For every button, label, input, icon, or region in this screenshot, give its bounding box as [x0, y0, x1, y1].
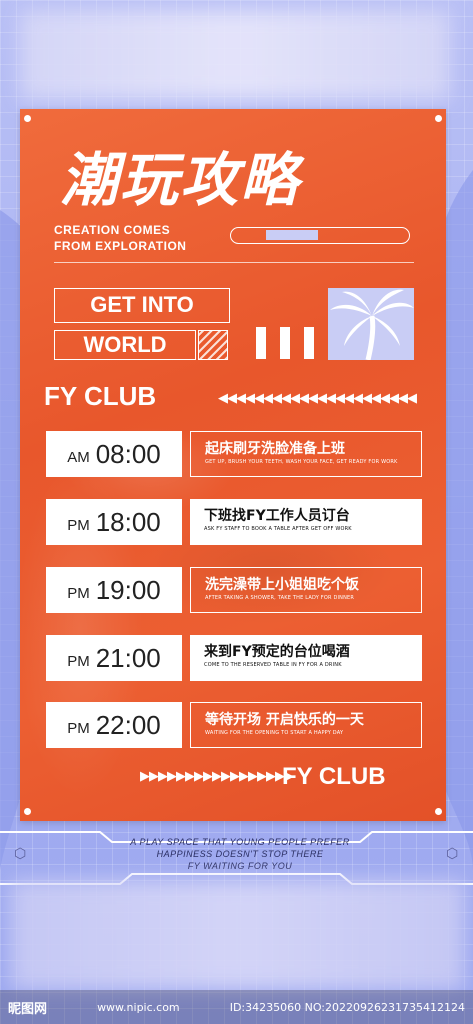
- activity-subtitle: GET UP, BRUSH YOUR TEETH, WASH YOUR FACE…: [205, 459, 398, 465]
- time-box: PM 18:00: [46, 499, 182, 545]
- hex-icon: ⬡: [14, 846, 27, 862]
- palm-tree-icon: [328, 288, 414, 360]
- time-value: 21:00: [95, 642, 161, 673]
- activity-box: 洗完澡带上小姐姐吃个饭 AFTER TAKING A SHOWER, TAKE T…: [190, 567, 422, 613]
- activity-subtitle: AFTER TAKING A SHOWER, TAKE THE LADY FOR…: [205, 595, 355, 601]
- time-value: 18:00: [95, 506, 161, 537]
- activity-subtitle: ASK FY STAFF TO BOOK A TABLE AFTER GET O…: [204, 526, 352, 532]
- time-period: PM: [67, 516, 90, 534]
- schedule-row: PM 22:00 等待开场 开启快乐的一天 WAITING FOR THE OPENI…: [46, 702, 422, 748]
- arrow-row-left: ◀◀◀◀◀◀◀◀◀◀◀◀◀◀◀◀◀◀◀◀◀◀: [218, 391, 417, 406]
- activity-title: 下班找FY工作人员订台: [204, 508, 350, 524]
- time-value: 08:00: [95, 438, 161, 469]
- blurred-header: [20, 10, 450, 100]
- club-name: FY CLUB: [44, 381, 157, 411]
- pin-dot: [435, 808, 442, 815]
- blurred-footer-area: [10, 880, 465, 990]
- time-period: AM: [67, 448, 90, 466]
- time-value: 22:00: [95, 709, 161, 740]
- hex-icon: ⬡: [446, 846, 459, 862]
- tagline-line: HAPPINESS DOESN'T STOP THERE: [156, 849, 324, 859]
- label-get-into: GET INTO: [54, 288, 230, 323]
- activity-title: 来到FY预定的台位喝酒: [204, 644, 350, 660]
- pin-dot: [24, 808, 31, 815]
- watermark-logo: 昵图网: [8, 1001, 48, 1017]
- progress-bar: [230, 227, 410, 244]
- time-box: PM 22:00: [46, 702, 182, 748]
- tagline: A PLAY SPACE THAT YOUNG PEOPLE PREFER HA…: [120, 836, 360, 872]
- time-period: PM: [67, 584, 90, 602]
- activity-title: 等待开场 开启快乐的一天: [205, 712, 364, 728]
- label-world: WORLD: [54, 330, 196, 360]
- activity-box: 起床刷牙洗脸准备上班 GET UP, BRUSH YOUR TEETH, WASH…: [190, 431, 422, 477]
- activity-title: 洗完澡带上小姐姐吃个饭: [205, 577, 359, 593]
- schedule-row: AM 08:00 起床刷牙洗脸准备上班 GET UP, BRUSH YOUR TEET…: [46, 431, 422, 477]
- poster-subtitle: CREATION COMES FROM EXPLORATION: [54, 222, 186, 254]
- schedule-row: PM 18:00 下班找FY工作人员订台 ASK FY STAFF TO BOOK A…: [46, 499, 422, 545]
- activity-box: 来到FY预定的台位喝酒 COME TO THE RESERVED TABLE IN…: [190, 635, 422, 681]
- schedule-row: PM 19:00 洗完澡带上小姐姐吃个饭 AFTER TAKING A SHOWER,…: [46, 567, 422, 613]
- subtitle-line: FROM EXPLORATION: [54, 239, 187, 253]
- activity-title: 起床刷牙洗脸准备上班: [205, 441, 345, 457]
- activity-box: 下班找FY工作人员订台 ASK FY STAFF TO BOOK A TABLE …: [190, 499, 422, 545]
- time-period: PM: [67, 719, 90, 737]
- arrow-row-right: ▶▶▶▶▶▶▶▶▶▶▶▶▶▶▶▶▶: [140, 769, 294, 784]
- watermark-bar: 昵图网 www.nipic.com ID:34235060 NO:2022092…: [0, 990, 473, 1024]
- subtitle-line: CREATION COMES: [54, 223, 171, 237]
- vertical-bars: [256, 327, 328, 363]
- pin-dot: [24, 115, 31, 122]
- progress-fill: [266, 230, 318, 240]
- club-name-bottom: FY CLUB: [282, 763, 386, 790]
- hatch-pattern: [198, 330, 228, 360]
- activity-subtitle: COME TO THE RESERVED TABLE IN FY FOR A D…: [204, 662, 342, 668]
- poster-title: 潮玩攻略: [60, 146, 301, 214]
- time-box: PM 19:00: [46, 567, 182, 613]
- activity-subtitle: WAITING FOR THE OPENING TO START A HAPPY…: [205, 730, 344, 736]
- time-value: 19:00: [95, 574, 161, 605]
- tagline-line: A PLAY SPACE THAT YOUNG PEOPLE PREFER: [130, 837, 350, 847]
- divider: [54, 262, 414, 263]
- pin-dot: [435, 115, 442, 122]
- schedule-row: PM 21:00 来到FY预定的台位喝酒 COME TO THE RESERVED T…: [46, 635, 422, 681]
- time-period: PM: [67, 652, 90, 670]
- watermark-url: www.nipic.com: [97, 1000, 180, 1014]
- activity-box: 等待开场 开启快乐的一天 WAITING FOR THE OPENING TO S…: [190, 702, 422, 748]
- time-box: PM 21:00: [46, 635, 182, 681]
- tagline-line: FY WAITING FOR YOU: [187, 861, 293, 871]
- orange-poster: 潮玩攻略 CREATION COMES FROM EXPLORATION GET…: [20, 109, 446, 821]
- time-box: AM 08:00: [46, 431, 182, 477]
- watermark-id: ID:34235060 NO:20220926231735412124: [229, 1000, 465, 1014]
